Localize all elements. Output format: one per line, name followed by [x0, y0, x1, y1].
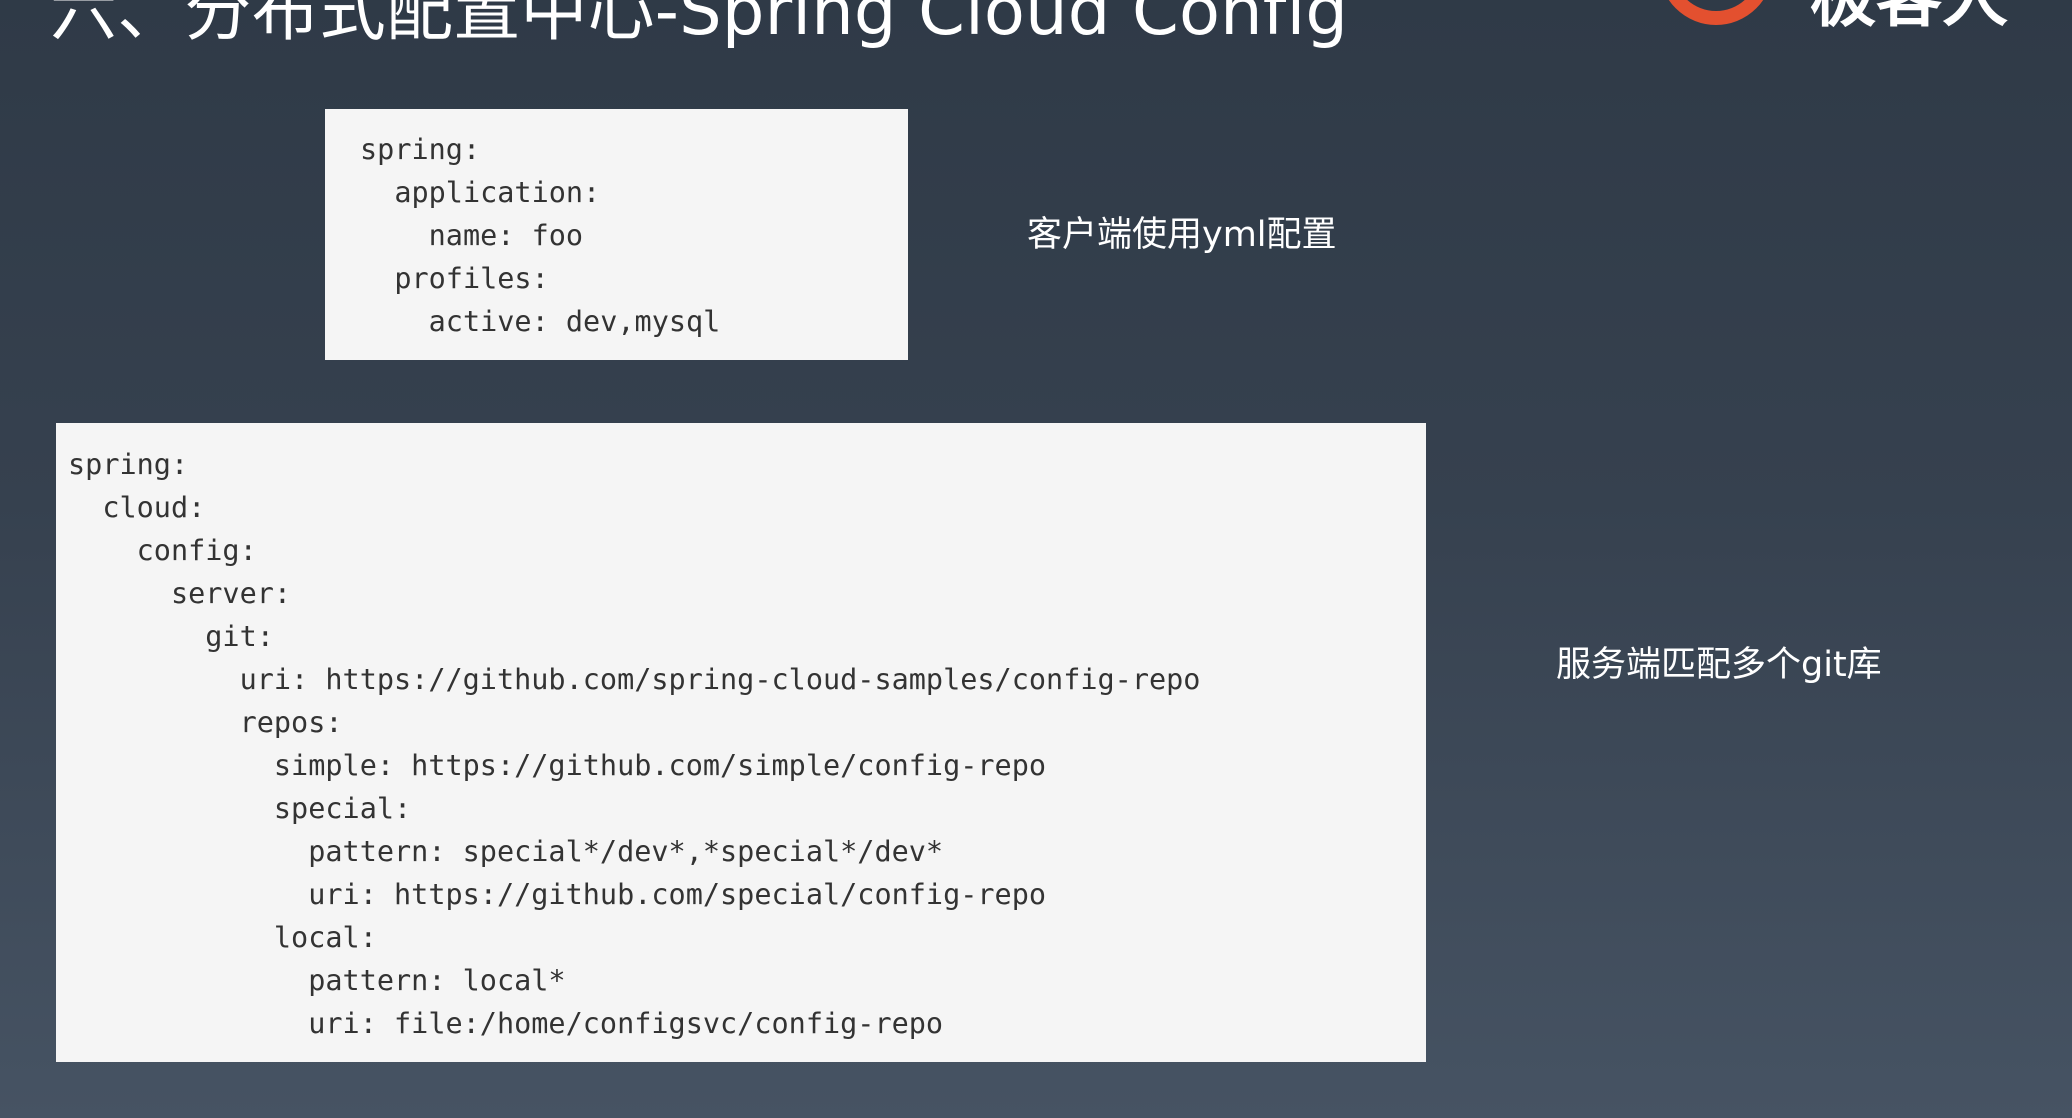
server-yaml-code-block: spring: cloud: config: server: git: uri:… [56, 423, 1426, 1062]
server-code-line-8: simple: https://github.com/simple/config… [68, 749, 1047, 782]
slide-title: 六、分布式配置中心-Spring Cloud Config [50, 0, 1349, 50]
client-code-line-5: active: dev,mysql [360, 305, 721, 338]
server-code-line-11: uri: https://github.com/special/config-r… [68, 878, 1047, 911]
client-yaml-code-block: spring: application: name: foo profiles:… [325, 109, 908, 360]
client-code-line-2: application: [360, 176, 601, 209]
server-code-line-9: special: [68, 792, 412, 825]
server-code-line-2: cloud: [68, 491, 206, 524]
server-code-line-3: config: [68, 534, 257, 567]
client-config-caption: 客户端使用yml配置 [1027, 215, 1337, 255]
server-code-line-10: pattern: special*/dev*,*special*/dev* [68, 835, 944, 868]
server-code-line-1: spring: [68, 448, 189, 481]
server-code-line-4: server: [68, 577, 292, 610]
server-config-caption: 服务端匹配多个git库 [1556, 645, 1882, 685]
server-code-line-13: pattern: local* [68, 964, 566, 997]
server-code-line-7: repos: [68, 706, 343, 739]
client-code-line-4: profiles: [360, 262, 549, 295]
brand-name: 极客人 [1810, 0, 2008, 31]
client-code-line-3: name: foo [360, 219, 584, 252]
server-code-line-5: git: [68, 620, 274, 653]
client-code-line-1: spring: [360, 133, 481, 166]
server-code-line-12: local: [68, 921, 377, 954]
server-code-line-14: uri: file:/home/configsvc/config-repo [68, 1007, 944, 1040]
server-code-line-6: uri: https://github.com/spring-cloud-sam… [68, 663, 1201, 696]
ring-logo-icon [1655, 0, 1777, 28]
